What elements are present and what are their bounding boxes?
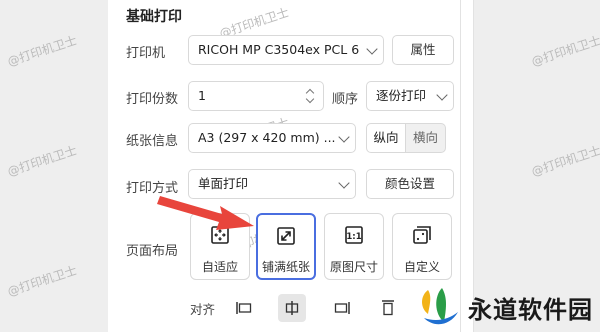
chevron-down-icon [338,177,350,189]
svg-text:1:1: 1:1 [346,232,361,242]
layout-option-fill-paper[interactable]: 铺满纸张 [256,213,316,280]
copies-stepper[interactable]: 1 [188,81,324,111]
print-settings-panel: 基础打印 @打印机卫士 @打印机卫士 @打印机卫士 打印机 RICOH MP C… [108,0,460,332]
printer-select[interactable]: RICOH MP C3504ex PCL 6 [188,35,384,65]
layout-option-original-size[interactable]: 1:1 原图尺寸 [324,213,384,280]
watermark: @打印机卫士 [529,143,600,179]
order-value: 逐份打印 [376,88,427,103]
align-left-icon [236,302,252,314]
align-top-icon [382,300,394,316]
layout-option-custom[interactable]: 自定义 [392,213,452,280]
align-right-icon [334,302,350,314]
printer-value: RICOH MP C3504ex PCL 6 [198,42,360,57]
portrait-button[interactable]: 纵向 [366,123,406,153]
layout-option-label: 铺满纸张 [261,260,310,274]
chevron-down-icon [436,89,448,101]
landscape-button[interactable]: 横向 [406,123,446,153]
printer-label: 打印机 [126,46,166,61]
stepper-arrows-icon[interactable] [305,85,315,107]
align-left-button[interactable] [230,294,258,322]
fill-paper-icon [277,227,295,245]
align-center-button[interactable] [278,294,306,322]
align-right-button[interactable] [328,294,356,322]
align-center-icon [285,301,299,315]
watermark: @打印机卫士 [5,143,79,179]
scrollbar-track[interactable] [460,0,474,332]
layout-option-label: 自定义 [403,260,440,274]
layout-option-label: 自适应 [201,260,238,274]
brand-text: 永道软件园 [468,296,593,324]
properties-button[interactable]: 属性 [392,35,454,65]
chevron-down-icon [338,131,350,143]
copies-label: 打印份数 [126,92,179,107]
watermark: @打印机卫士 [529,33,600,69]
watermark: @打印机卫士 [5,263,79,299]
annotation-arrow-icon [157,196,254,230]
order-select[interactable]: 逐份打印 [366,81,454,111]
section-title: 基础打印 [126,9,182,25]
align-label: 对齐 [190,302,216,317]
copies-value: 1 [198,88,206,103]
layout-label: 页面布局 [126,244,179,259]
chevron-down-icon [366,43,378,55]
color-settings-button[interactable]: 颜色设置 [366,169,454,199]
original-size-icon: 1:1 [345,226,363,244]
layout-option-label: 原图尺寸 [329,260,378,274]
paper-select[interactable]: A3 (297 x 420 mm) ... [188,123,356,153]
custom-icon [413,226,431,244]
watermark: @打印机卫士 [5,33,79,69]
order-label: 顺序 [332,92,359,107]
paper-value: A3 (297 x 420 mm) ... [198,130,336,145]
orientation-toggle: 纵向 横向 [366,123,446,153]
align-top-button[interactable] [374,294,402,322]
paper-label: 纸张信息 [126,134,179,149]
brand-logo-icon [422,288,458,325]
